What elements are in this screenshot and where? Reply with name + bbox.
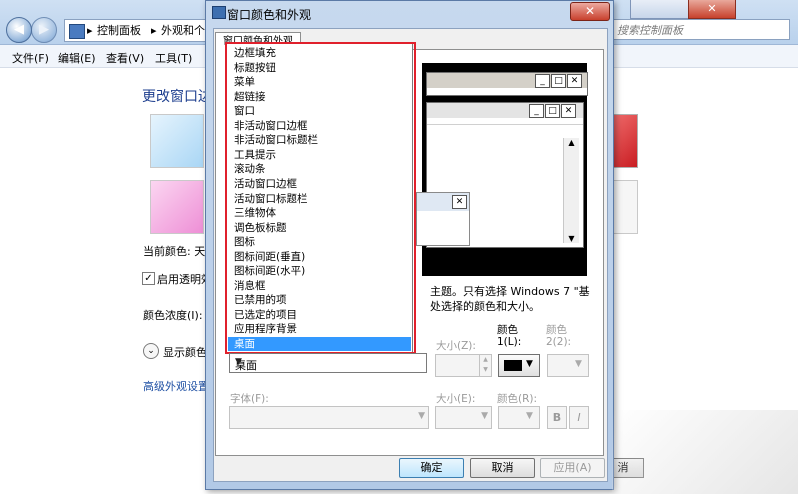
chevron-down-icon[interactable]: ⌄ [143, 343, 159, 359]
menu-edit[interactable]: 编辑(E) [58, 50, 96, 66]
color-intensity-label: 颜色浓度(I): [143, 309, 203, 322]
preview-message-box: ✕ [416, 192, 470, 246]
search-input[interactable]: 搜索控制面板 [612, 19, 790, 40]
color-swatch-white[interactable] [612, 180, 638, 234]
font-label: 字体(F): [230, 393, 269, 405]
font-size-label: 大小(E): [436, 393, 476, 405]
chevron-down-icon: ▼ [481, 411, 488, 421]
transparency-checkbox[interactable]: ✓ [142, 272, 155, 285]
close-icon: ✕ [561, 104, 576, 118]
breadcrumb-sep: ▸ [87, 24, 93, 37]
font-combobox[interactable]: ▼ [229, 406, 429, 429]
preview-inactive-window: _ □ ✕ [426, 72, 588, 96]
window-close-button[interactable]: ✕ [688, 0, 736, 19]
chevron-down-icon[interactable]: ▼ [235, 357, 424, 367]
menu-view[interactable]: 查看(V) [106, 50, 144, 66]
chevron-down-icon: ▼ [526, 359, 533, 369]
dialog-title: 窗口颜色和外观 [227, 8, 312, 22]
color2-label: 颜色 [546, 324, 567, 336]
size-label: 大小(Z): [436, 340, 476, 352]
preview-scrollbar: ▲ ▼ [563, 138, 579, 243]
dialog-window-icon [212, 6, 226, 19]
bold-button[interactable]: B [547, 406, 567, 429]
transparency-label: 启用透明效 [157, 273, 212, 286]
color-swatch-pink[interactable] [150, 180, 204, 234]
apply-button[interactable]: 应用(A) [540, 458, 605, 478]
dialog-close-button[interactable]: ✕ [570, 2, 610, 21]
control-panel-icon [69, 24, 85, 39]
breadcrumb-control-panel[interactable]: 控制面板 [97, 20, 141, 41]
breadcrumb-appearance[interactable]: 外观和个 [161, 20, 205, 41]
color1-picker[interactable]: ▼ [498, 354, 540, 377]
maximize-icon: □ [545, 104, 560, 118]
description-line2: 处选择的颜色和大小。 [430, 300, 540, 313]
close-icon: ✕ [452, 195, 467, 209]
advanced-appearance-link[interactable]: 高级外观设置 [143, 378, 209, 394]
menu-file[interactable]: 文件(F) [12, 50, 49, 66]
show-mixer-label[interactable]: 显示颜色 [163, 344, 207, 360]
ok-button[interactable]: 确定 [399, 458, 464, 478]
forward-button[interactable]: ▶ [31, 17, 57, 43]
minimize-icon: _ [535, 74, 550, 88]
menu-tools[interactable]: 工具(T) [155, 50, 192, 66]
size-field[interactable] [435, 354, 482, 377]
description-line1: 主题。只有选择 Windows 7 "基 [430, 285, 590, 298]
window-min-max-buttons[interactable] [630, 0, 690, 19]
minimize-icon: _ [529, 104, 544, 118]
size-spinner[interactable]: ▲ ▼ [479, 354, 492, 377]
italic-button[interactable]: I [569, 406, 589, 429]
color1-label: 颜色 [497, 324, 518, 336]
highlight-box [225, 42, 416, 354]
font-color-picker[interactable]: ▼ [498, 406, 540, 429]
color2-sub-label: 2(2): [546, 336, 572, 348]
cancel-button[interactable]: 取消 [470, 458, 535, 478]
breadcrumb-sep: ▸ [151, 24, 157, 37]
maximize-icon: □ [551, 74, 566, 88]
color2-picker[interactable]: ▼ [547, 354, 589, 377]
font-size-combobox[interactable]: ▼ [435, 406, 492, 429]
color-swatch-sky[interactable] [150, 114, 204, 168]
page-title: 更改窗口边 [142, 89, 212, 105]
back-button[interactable]: ◀ [6, 17, 32, 43]
chevron-down-icon: ▼ [526, 411, 533, 421]
font-color-label: 颜色(R): [497, 393, 538, 405]
corner-watermark [612, 410, 798, 494]
item-combobox[interactable]: 桌面 ▼ [229, 353, 427, 373]
color1-swatch [504, 360, 522, 371]
chevron-down-icon: ▼ [575, 359, 582, 369]
color-swatch-red[interactable] [612, 114, 638, 168]
color1-sub-label: 1(L): [497, 336, 522, 348]
close-icon: ✕ [567, 74, 582, 88]
chevron-down-icon: ▼ [418, 411, 425, 421]
current-color-label: 当前颜色: 天 [143, 245, 206, 258]
